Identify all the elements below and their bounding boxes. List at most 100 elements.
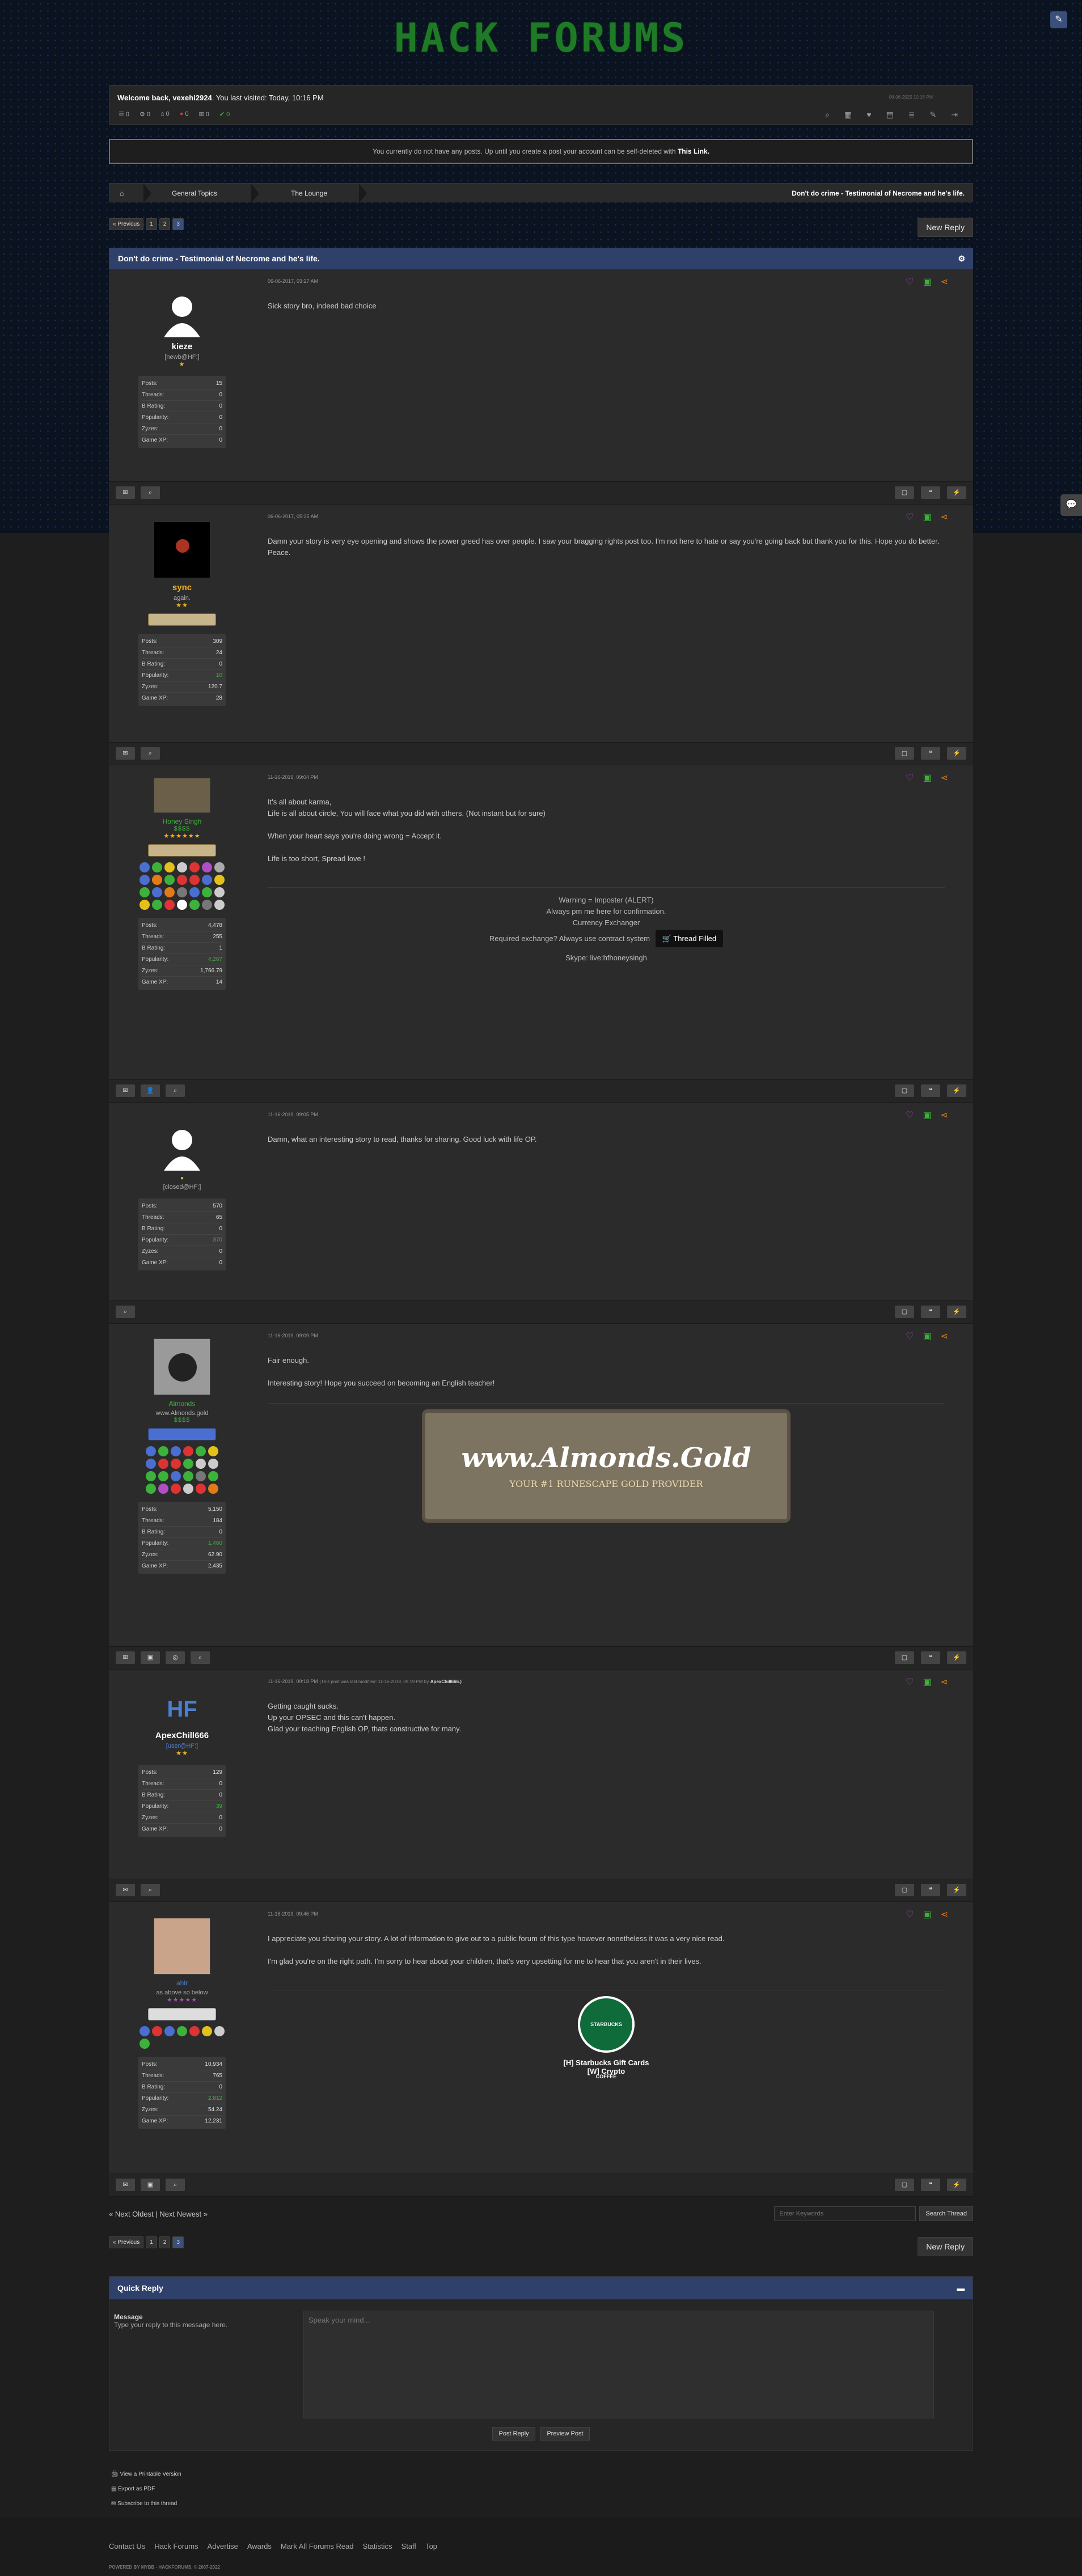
username-link[interactable]: vexehi2924 [172, 94, 212, 102]
alerts-stat[interactable]: ● 0 [180, 111, 189, 118]
export-pdf-link[interactable]: ▤ Export as PDF [111, 2482, 181, 2497]
page-1[interactable]: 1 [146, 218, 157, 230]
report-button[interactable]: ⚡ [947, 747, 966, 760]
post-reply-button[interactable]: Post Reply [492, 2427, 535, 2441]
find-button[interactable]: ⌕ [141, 747, 160, 760]
reply-button[interactable]: ▢ [895, 747, 914, 760]
username[interactable]: Almonds [109, 1400, 255, 1408]
footer-markread-link[interactable]: Mark All Forums Read [281, 2542, 354, 2550]
share-icon[interactable]: ⋖ [941, 772, 948, 783]
report-button[interactable]: ⚡ [947, 1084, 966, 1097]
home-stat[interactable]: ⌂ 0 [160, 111, 170, 118]
breadcrumb-the-lounge[interactable]: The Lounge [291, 189, 327, 197]
pm-button[interactable]: ✉ [116, 1651, 135, 1664]
new-reply-button[interactable]: New Reply [918, 218, 973, 237]
gear-icon[interactable]: ⚙ [958, 248, 965, 269]
footer-staff-link[interactable]: Staff [401, 2542, 417, 2550]
find-button[interactable]: ⌕ [166, 2179, 185, 2191]
reply-button[interactable]: ▢ [895, 1084, 914, 1097]
username[interactable]: ApexChill666 [109, 1731, 255, 1740]
avatar[interactable]: HF [159, 1692, 205, 1726]
heart-icon[interactable]: ♡ [906, 1909, 914, 1920]
search-thread-input[interactable] [774, 2206, 916, 2221]
quote-button[interactable]: ❝ [921, 1651, 940, 1664]
report-button[interactable]: ⚡ [947, 1651, 966, 1664]
heart-icon[interactable]: ♡ [906, 276, 914, 287]
bookmark-icon[interactable]: ▣ [923, 276, 931, 287]
footer-top-link[interactable]: Top [425, 2542, 437, 2550]
bookmark-icon[interactable]: ▣ [923, 511, 931, 523]
delete-link[interactable]: This Link. [678, 147, 709, 155]
menu-stat[interactable]: ☰ 0 [119, 111, 129, 118]
quote-button[interactable]: ❝ [921, 486, 940, 499]
footer-hackforums-link[interactable]: Hack Forums [154, 2542, 198, 2550]
website-button[interactable]: ◎ [166, 1651, 185, 1664]
avatar[interactable] [154, 1338, 210, 1395]
edit-icon[interactable]: ✎ [1050, 11, 1067, 28]
card-button[interactable]: ▣ [141, 2179, 160, 2191]
find-button[interactable]: ⌕ [141, 1884, 160, 1896]
document-icon[interactable]: ▤ [886, 110, 894, 120]
search-icon[interactable]: ⌕ [825, 110, 830, 120]
printable-version-link[interactable]: 🖨 View a Printable Version [111, 2467, 181, 2482]
quote-button[interactable]: ❝ [921, 747, 940, 760]
username[interactable]: Honey Singh [109, 817, 255, 825]
avatar[interactable] [154, 1918, 210, 1975]
site-logo[interactable]: HACK FORUMS [0, 15, 1082, 61]
card-button[interactable]: ▣ [141, 1651, 160, 1664]
footer-statistics-link[interactable]: Statistics [363, 2542, 392, 2550]
report-button[interactable]: ⚡ [947, 1306, 966, 1318]
report-button[interactable]: ⚡ [947, 2179, 966, 2191]
chat-icon[interactable]: 💬 [1060, 494, 1082, 516]
share-icon[interactable]: ⋖ [941, 276, 948, 287]
find-button[interactable]: ⌕ [166, 1084, 185, 1097]
quote-button[interactable]: ❝ [921, 1084, 940, 1097]
prev-page-button[interactable]: « Previous [109, 218, 144, 230]
heart-icon[interactable]: ♡ [906, 772, 914, 783]
bookmark-icon[interactable]: ▣ [923, 772, 931, 783]
quote-button[interactable]: ❝ [921, 2179, 940, 2191]
username[interactable]: kieze [109, 342, 255, 351]
pm-button[interactable]: ✉ [116, 747, 135, 760]
quote-button[interactable]: ❝ [921, 1884, 940, 1896]
page-1[interactable]: 1 [146, 2236, 157, 2248]
list-icon[interactable]: ≣ [908, 110, 915, 120]
profile-button[interactable]: 👤 [141, 1084, 160, 1097]
find-button[interactable]: ⌕ [116, 1306, 135, 1318]
edit-icon[interactable]: ✎ [930, 110, 937, 120]
footer-advertise-link[interactable]: Advertise [208, 2542, 238, 2550]
report-button[interactable]: ⚡ [947, 1884, 966, 1896]
bookmark-icon[interactable]: ▣ [923, 1676, 931, 1688]
avatar[interactable] [162, 1125, 202, 1171]
page-3[interactable]: 3 [172, 2236, 184, 2248]
page-2[interactable]: 2 [159, 218, 171, 230]
find-button[interactable]: ⌕ [141, 486, 160, 499]
footer-contact-link[interactable]: Contact Us [109, 2542, 145, 2550]
heart-icon[interactable]: ♥ [867, 110, 871, 120]
message-textarea[interactable] [303, 2311, 934, 2418]
reply-button[interactable]: ▢ [895, 1651, 914, 1664]
new-reply-button[interactable]: New Reply [918, 2237, 973, 2256]
avatar[interactable] [154, 522, 210, 578]
reply-button[interactable]: ▢ [895, 1884, 914, 1896]
next-newest-link[interactable]: Next Newest » [159, 2210, 208, 2218]
report-button[interactable]: ⚡ [947, 486, 966, 499]
pm-button[interactable]: ✉ [116, 1084, 135, 1097]
pm-button[interactable]: ✉ [116, 486, 135, 499]
share-icon[interactable]: ⋖ [941, 1676, 948, 1688]
quote-button[interactable]: ❝ [921, 1306, 940, 1318]
find-button[interactable]: ⌕ [191, 1651, 210, 1664]
check-stat[interactable]: ✔ 0 [219, 111, 230, 118]
collapse-icon[interactable]: ▬ [957, 2277, 965, 2299]
heart-icon[interactable]: ♡ [906, 511, 914, 523]
share-icon[interactable]: ⋖ [941, 1109, 948, 1121]
bookmark-icon[interactable]: ▣ [923, 1909, 931, 1920]
breadcrumb-general-topics[interactable]: General Topics [172, 189, 217, 197]
heart-icon[interactable]: ♡ [906, 1676, 914, 1688]
avatar[interactable] [154, 778, 210, 813]
next-oldest-link[interactable]: « Next Oldest [109, 2210, 154, 2218]
prev-page-button[interactable]: « Previous [109, 2236, 144, 2248]
page-2[interactable]: 2 [159, 2236, 171, 2248]
share-icon[interactable]: ⋖ [941, 1909, 948, 1920]
thread-filled-button[interactable]: 🛒 Thread Filled [655, 930, 724, 947]
